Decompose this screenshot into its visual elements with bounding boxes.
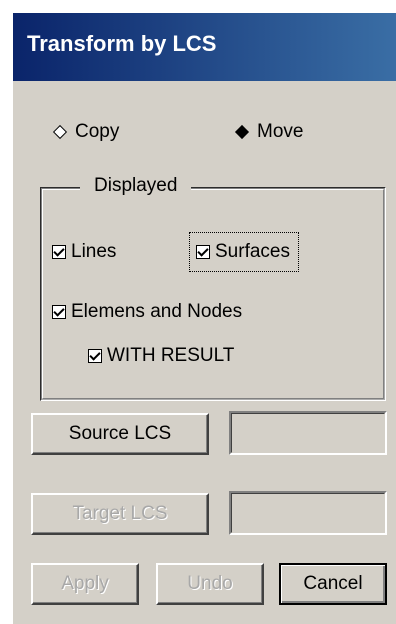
undo-button[interactable]: Undo [156,563,264,605]
lines-label: Lines [71,241,117,262]
apply-button[interactable]: Apply [31,563,139,605]
elements-nodes-checkbox[interactable]: Elemens and Nodes [52,301,242,323]
move-radio[interactable]: Move [234,121,304,143]
target-lcs-button[interactable]: Target LCS [31,493,209,535]
source-lcs-field[interactable] [229,411,387,455]
with-result-checkbox[interactable]: WITH RESULT [88,345,234,367]
displayed-group: Displayed Lines Surfaces Elemens and Nod… [40,175,386,401]
source-lcs-button[interactable]: Source LCS [31,413,209,455]
displayed-legend: Displayed [80,175,192,197]
move-radio-label: Move [257,121,304,142]
window-title: Transform by LCS [27,31,217,56]
copy-radio[interactable]: Copy [52,121,120,143]
elements-nodes-label: Elemens and Nodes [71,301,243,322]
surfaces-checkbox[interactable]: Surfaces [189,232,299,272]
checkbox-checked-icon [52,245,66,259]
checkbox-checked-icon [196,245,210,259]
checkbox-checked-icon [88,349,102,363]
cancel-button[interactable]: Cancel [279,563,387,605]
surfaces-label: Surfaces [215,241,290,262]
checkbox-checked-icon [52,305,66,319]
lines-checkbox[interactable]: Lines [52,241,116,263]
with-result-label: WITH RESULT [107,345,235,366]
copy-radio-label: Copy [75,121,120,142]
radio-on-icon [234,124,250,140]
target-lcs-field[interactable] [229,491,387,535]
transform-dialog: Transform by LCS Copy Move Displayed Lin… [12,12,396,624]
title-bar[interactable]: Transform by LCS [13,13,396,81]
radio-off-icon [52,124,68,140]
